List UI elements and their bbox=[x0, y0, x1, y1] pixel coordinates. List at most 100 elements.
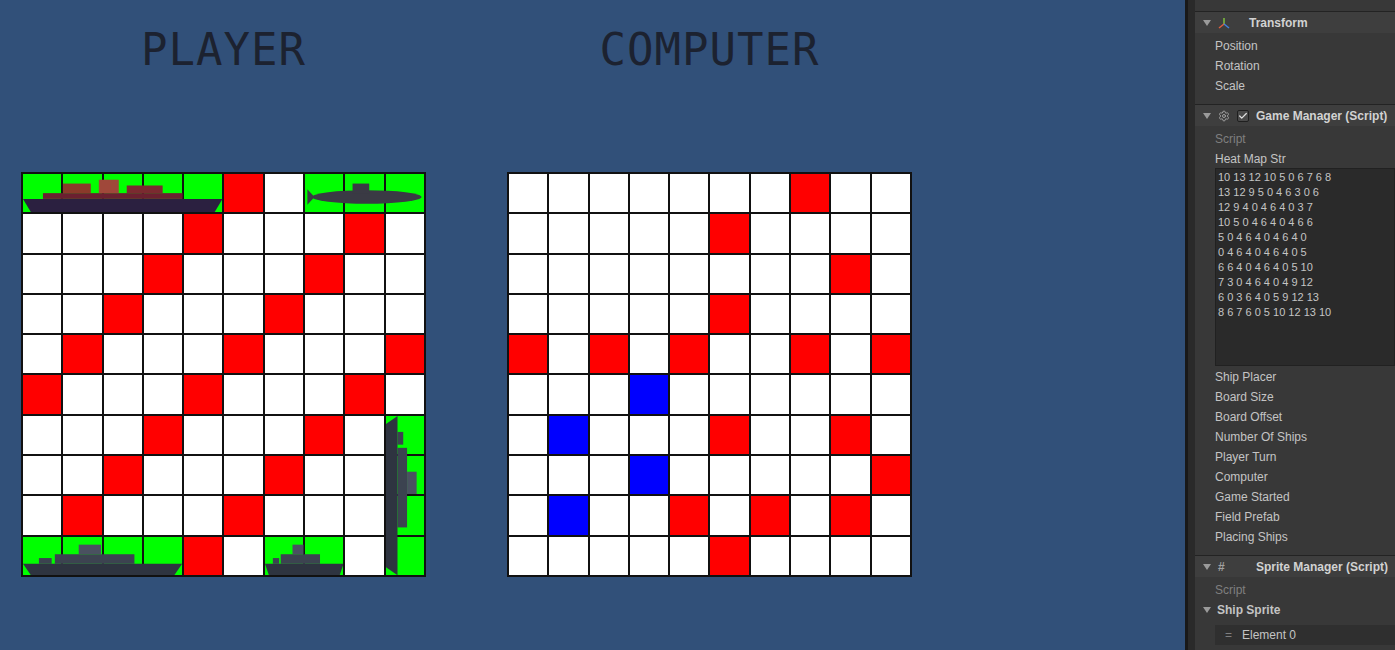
board-cell[interactable] bbox=[590, 496, 628, 534]
inspector-field[interactable]: Computer bbox=[1195, 467, 1395, 487]
board-cell[interactable] bbox=[831, 416, 869, 454]
board-cell[interactable] bbox=[670, 537, 708, 575]
board-cell[interactable] bbox=[630, 375, 668, 413]
board-cell[interactable] bbox=[710, 456, 748, 494]
board-cell[interactable] bbox=[630, 295, 668, 333]
heat-map-textarea[interactable]: 10 13 12 10 5 0 6 7 6 813 12 9 5 0 4 6 3… bbox=[1215, 168, 1395, 366]
board-cell[interactable] bbox=[549, 456, 587, 494]
board-cell[interactable] bbox=[305, 174, 343, 212]
board-cell[interactable] bbox=[670, 496, 708, 534]
board-cell[interactable] bbox=[509, 537, 547, 575]
board-cell[interactable] bbox=[670, 456, 708, 494]
board-cell[interactable] bbox=[590, 416, 628, 454]
board-cell[interactable] bbox=[630, 537, 668, 575]
board-cell[interactable] bbox=[831, 174, 869, 212]
board-cell[interactable] bbox=[751, 456, 789, 494]
board-cell[interactable] bbox=[63, 537, 101, 575]
foldout-arrow-icon[interactable] bbox=[1203, 20, 1211, 26]
board-cell[interactable] bbox=[184, 335, 222, 373]
board-cell[interactable] bbox=[670, 375, 708, 413]
board-cell[interactable] bbox=[184, 416, 222, 454]
board-cell[interactable] bbox=[184, 375, 222, 413]
board-cell[interactable] bbox=[224, 375, 262, 413]
board-cell[interactable] bbox=[549, 375, 587, 413]
inspector-field[interactable]: Script bbox=[1195, 580, 1395, 600]
board-cell[interactable] bbox=[345, 255, 383, 293]
board-cell[interactable] bbox=[265, 375, 303, 413]
board-cell[interactable] bbox=[23, 295, 61, 333]
foldout-arrow-icon[interactable] bbox=[1203, 113, 1211, 119]
board-cell[interactable] bbox=[751, 537, 789, 575]
board-cell[interactable] bbox=[63, 375, 101, 413]
list-foldout[interactable]: Ship Sprite bbox=[1195, 600, 1395, 620]
board-cell[interactable] bbox=[144, 496, 182, 534]
board-cell[interactable] bbox=[144, 456, 182, 494]
board-cell[interactable] bbox=[386, 456, 424, 494]
board-cell[interactable] bbox=[224, 537, 262, 575]
board-cell[interactable] bbox=[630, 496, 668, 534]
board-cell[interactable] bbox=[590, 255, 628, 293]
board-cell[interactable] bbox=[23, 255, 61, 293]
board-cell[interactable] bbox=[345, 456, 383, 494]
board-cell[interactable] bbox=[265, 255, 303, 293]
board-cell[interactable] bbox=[104, 375, 142, 413]
board-cell[interactable] bbox=[872, 456, 910, 494]
board-cell[interactable] bbox=[710, 174, 748, 212]
board-cell[interactable] bbox=[872, 174, 910, 212]
board-cell[interactable] bbox=[265, 335, 303, 373]
board-cell[interactable] bbox=[345, 295, 383, 333]
board-cell[interactable] bbox=[549, 335, 587, 373]
board-cell[interactable] bbox=[265, 174, 303, 212]
board-cell[interactable] bbox=[184, 295, 222, 333]
board-cell[interactable] bbox=[549, 255, 587, 293]
board-cell[interactable] bbox=[590, 456, 628, 494]
board-cell[interactable] bbox=[265, 537, 303, 575]
board-cell[interactable] bbox=[590, 295, 628, 333]
inspector-field[interactable]: Rotation bbox=[1195, 56, 1395, 76]
board-cell[interactable] bbox=[509, 456, 547, 494]
board-cell[interactable] bbox=[104, 537, 142, 575]
board-cell[interactable] bbox=[872, 295, 910, 333]
board-cell[interactable] bbox=[831, 375, 869, 413]
board-cell[interactable] bbox=[144, 295, 182, 333]
board-cell[interactable] bbox=[63, 295, 101, 333]
board-cell[interactable] bbox=[265, 295, 303, 333]
board-cell[interactable] bbox=[751, 295, 789, 333]
board-cell[interactable] bbox=[386, 537, 424, 575]
board-cell[interactable] bbox=[831, 496, 869, 534]
board-cell[interactable] bbox=[345, 496, 383, 534]
board-cell[interactable] bbox=[630, 214, 668, 252]
board-cell[interactable] bbox=[386, 375, 424, 413]
board-cell[interactable] bbox=[791, 496, 829, 534]
board-cell[interactable] bbox=[751, 214, 789, 252]
board-cell[interactable] bbox=[386, 416, 424, 454]
board-cell[interactable] bbox=[184, 255, 222, 293]
board-cell[interactable] bbox=[104, 255, 142, 293]
board-cell[interactable] bbox=[509, 335, 547, 373]
board-cell[interactable] bbox=[670, 416, 708, 454]
board-cell[interactable] bbox=[63, 456, 101, 494]
board-cell[interactable] bbox=[305, 496, 343, 534]
board-cell[interactable] bbox=[144, 335, 182, 373]
board-cell[interactable] bbox=[144, 214, 182, 252]
board-cell[interactable] bbox=[630, 174, 668, 212]
board-cell[interactable] bbox=[670, 255, 708, 293]
board-cell[interactable] bbox=[791, 174, 829, 212]
board-cell[interactable] bbox=[791, 537, 829, 575]
board-cell[interactable] bbox=[104, 214, 142, 252]
board-cell[interactable] bbox=[305, 214, 343, 252]
enabled-checkbox[interactable] bbox=[1237, 110, 1249, 122]
board-cell[interactable] bbox=[710, 496, 748, 534]
component-header[interactable]: Game Manager (Script) bbox=[1195, 104, 1395, 126]
board-cell[interactable] bbox=[872, 214, 910, 252]
inspector-field[interactable]: Scale bbox=[1195, 76, 1395, 96]
board-cell[interactable] bbox=[345, 416, 383, 454]
board-cell[interactable] bbox=[549, 537, 587, 575]
board-cell[interactable] bbox=[305, 255, 343, 293]
board-cell[interactable] bbox=[710, 255, 748, 293]
board-cell[interactable] bbox=[670, 295, 708, 333]
board-cell[interactable] bbox=[831, 295, 869, 333]
board-cell[interactable] bbox=[549, 416, 587, 454]
board-cell[interactable] bbox=[509, 295, 547, 333]
board-cell[interactable] bbox=[872, 375, 910, 413]
